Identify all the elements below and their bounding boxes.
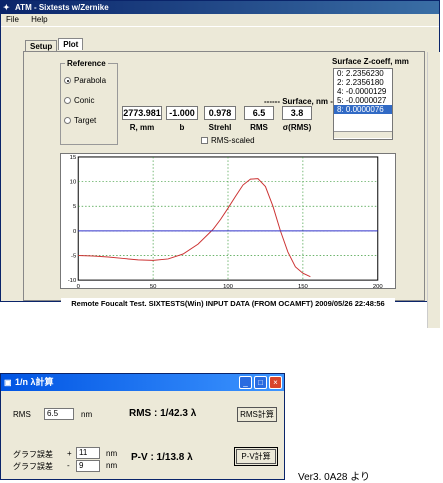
y-tick-label: -10 xyxy=(68,278,77,284)
error-minus-input[interactable]: 9 xyxy=(76,460,100,472)
rms-scaled-checkbox[interactable]: RMS-scaled xyxy=(201,136,255,145)
window-title: ATM - Sixtests w/Zernike xyxy=(15,3,109,12)
radio-dot-conic[interactable] xyxy=(64,97,71,104)
reference-legend: Reference xyxy=(67,59,106,68)
y-tick-label: -5 xyxy=(71,253,77,259)
graph-error-label-plus: グラフ誤差 xyxy=(13,450,53,459)
x-tick-label: 100 xyxy=(223,284,234,289)
maximize-icon[interactable]: □ xyxy=(254,376,267,389)
zcoeff-item[interactable]: 2: 2.2356180 xyxy=(334,78,392,87)
menu-bar: File Help xyxy=(1,14,439,26)
radio-label-target: Target xyxy=(74,116,97,125)
error-plus-input[interactable]: 11 xyxy=(76,447,100,459)
conic-label: b xyxy=(179,123,185,132)
rms-unit: nm xyxy=(81,410,93,419)
rms-input[interactable]: 6.5 xyxy=(44,408,74,420)
rms-input-label: RMS xyxy=(13,410,31,419)
conic-value: -1.000 xyxy=(166,106,198,120)
radio-dot-parabola[interactable] xyxy=(64,77,71,84)
radio-label-conic: Conic xyxy=(74,96,95,105)
radio-label-parabola: Parabola xyxy=(74,76,107,85)
reference-group: Reference Parabola Conic Target xyxy=(60,59,118,145)
radius-label: R, mm xyxy=(129,123,155,132)
x-tick-label: 150 xyxy=(298,284,309,289)
menu-help[interactable]: Help xyxy=(31,15,47,24)
zcoeff-item[interactable]: 4: -0.0000129 xyxy=(334,87,392,96)
x-tick-label: 200 xyxy=(373,284,384,289)
pv-result: P-V : 1/13.8 λ xyxy=(131,452,193,463)
strehl-value: 0.978 xyxy=(204,106,236,120)
main-window: ✦ ATM - Sixtests w/Zernike File Help Set… xyxy=(0,0,440,328)
zcoeff-list[interactable]: 0: 2.2356230 2: 2.2356180 4: -0.0000129 … xyxy=(333,68,393,140)
error-minus-unit: nm xyxy=(106,461,118,470)
radius-value: 2773.981 xyxy=(122,106,162,120)
x-tick-label: 0 xyxy=(77,284,81,289)
strehl-label: Strehl xyxy=(208,123,232,132)
zcoeff-item[interactable]: 0: 2.2356230 xyxy=(334,69,392,78)
rms-scaled-box[interactable] xyxy=(201,137,208,144)
title-bar[interactable]: ✦ ATM - Sixtests w/Zernike xyxy=(1,1,439,14)
y-tick-label: 0 xyxy=(73,229,77,235)
radio-target[interactable]: Target xyxy=(64,116,96,125)
sigma-rms-label: σ(RMS) xyxy=(282,123,312,132)
sigma-rms-value: 3.8 xyxy=(282,106,312,120)
zcoeff-hscrollbar[interactable] xyxy=(334,131,392,138)
x-tick-label: 50 xyxy=(150,284,157,289)
zcoeff-title: Surface Z-coeff, mm xyxy=(332,57,409,66)
tab-plot[interactable]: Plot xyxy=(58,38,84,50)
rms-calc-button[interactable]: RMS計算 xyxy=(237,407,277,422)
minimize-icon[interactable]: _ xyxy=(239,376,252,389)
chart-caption: Remote Foucalt Test. SIXTESTS(Win) INPUT… xyxy=(61,298,395,309)
client-area: Setup Plot Reference Parabola Conic Targe… xyxy=(1,26,440,328)
zcoeff-item-selected[interactable]: 8: 0.0000076 xyxy=(334,105,392,114)
radio-dot-target[interactable] xyxy=(64,117,71,124)
radio-parabola[interactable]: Parabola xyxy=(64,76,106,85)
zcoeff-item[interactable]: 5: -0.0000027 xyxy=(334,96,392,105)
lambda-calc-window: ▣ 1/n λ計算 _ □ × RMS 6.5 nm RMS : 1/42.3 … xyxy=(0,373,285,480)
rms-result: RMS : 1/42.3 λ xyxy=(129,408,197,419)
rms-value: 6.5 xyxy=(244,106,274,120)
error-plus-unit: nm xyxy=(106,449,118,458)
compass-icon: ✦ xyxy=(3,3,10,12)
rms-label: RMS xyxy=(250,123,268,132)
version-note: Ver3. 0A28 より xyxy=(298,472,371,483)
window-vscrollbar[interactable] xyxy=(427,52,440,328)
plus-sign: + xyxy=(67,449,72,458)
app-icon: ▣ xyxy=(4,378,12,387)
minus-sign: - xyxy=(67,461,70,470)
y-tick-label: 5 xyxy=(73,204,77,210)
pv-calc-button[interactable]: P-V計算 xyxy=(234,447,278,466)
calc-window-title: 1/n λ計算 xyxy=(15,377,54,387)
menu-file[interactable]: File xyxy=(6,15,19,24)
radio-conic[interactable]: Conic xyxy=(64,96,94,105)
close-icon[interactable]: × xyxy=(269,376,282,389)
profile-chart: 0 50 100 150 200 -10 -5 0 5 10 15 xyxy=(60,153,396,289)
y-tick-label: 10 xyxy=(70,180,77,186)
rms-scaled-label: RMS-scaled xyxy=(211,136,255,145)
y-tick-label: 15 xyxy=(70,155,77,161)
graph-error-label-minus: グラフ誤差 xyxy=(13,462,53,471)
